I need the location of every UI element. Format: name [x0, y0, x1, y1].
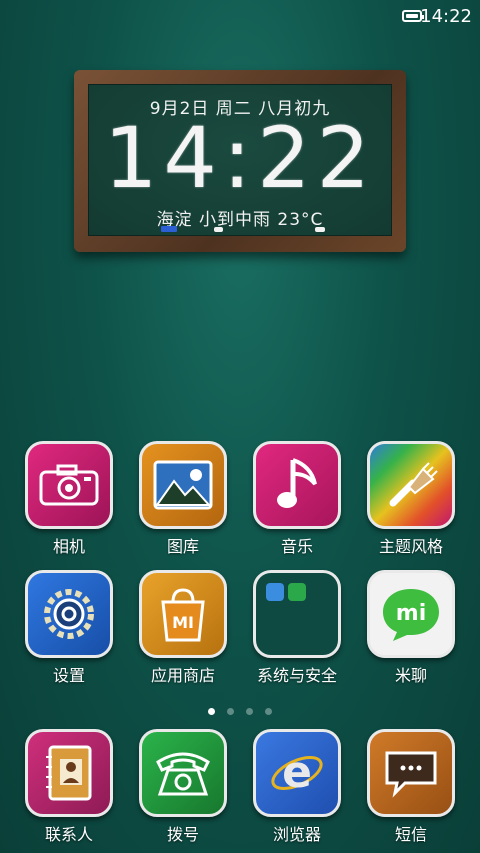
app-mi-chat[interactable]: mi 米聊: [354, 570, 468, 686]
mi-chat-icon: mi: [367, 570, 455, 658]
cloud-icon: [266, 583, 284, 601]
app-messages[interactable]: 短信: [354, 729, 468, 845]
folder-icon: [253, 570, 341, 658]
page-dot[interactable]: [265, 708, 272, 715]
svg-text:e: e: [282, 747, 312, 798]
app-label: 主题风格: [378, 537, 443, 556]
app-camera[interactable]: 相机: [12, 441, 126, 557]
app-label: 应用商店: [150, 666, 215, 685]
folder-system-security[interactable]: 系统与安全: [240, 570, 354, 686]
battery-full-icon: [402, 10, 424, 22]
app-label: 系统与安全: [256, 666, 337, 685]
chalk-decoration: [214, 227, 223, 232]
app-label: 浏览器: [272, 825, 321, 844]
app-themes[interactable]: 主题风格: [354, 441, 468, 557]
app-contacts[interactable]: 联系人: [12, 729, 126, 845]
app-store[interactable]: MI 应用商店: [126, 570, 240, 686]
clock-weather-widget[interactable]: 9月2日 周二 八月初九 14:22 海淀 小到中雨 23°C: [74, 70, 406, 252]
app-label: 设置: [52, 666, 85, 685]
chalk-decoration: [315, 227, 325, 232]
app-dialer[interactable]: 拨号: [126, 729, 240, 845]
message-bubble-icon: [367, 729, 455, 817]
app-label: 米聊: [394, 666, 427, 685]
page-indicator: [0, 700, 480, 719]
widget-weather: 海淀 小到中雨 23°C: [156, 210, 324, 230]
app-settings[interactable]: 设置: [12, 570, 126, 686]
app-label: 图库: [166, 537, 199, 556]
shield-icon: [288, 583, 306, 601]
picture-icon: [139, 441, 227, 529]
chalkboard: 9月2日 周二 八月初九 14:22 海淀 小到中雨 23°C: [88, 84, 392, 236]
app-label: 相机: [52, 537, 85, 556]
app-label: 短信: [394, 825, 427, 844]
app-gallery[interactable]: 图库: [126, 441, 240, 557]
page-dot[interactable]: [246, 708, 253, 715]
app-browser[interactable]: e 浏览器: [240, 729, 354, 845]
page-dot[interactable]: [227, 708, 234, 715]
gear-icon: [25, 570, 113, 658]
telephone-icon: [139, 729, 227, 817]
camera-icon: [25, 441, 113, 529]
app-label: 音乐: [280, 537, 313, 556]
svg-text:mi: mi: [396, 601, 426, 626]
app-label: 拨号: [166, 825, 199, 844]
browser-e-icon: e: [253, 729, 341, 817]
app-music[interactable]: 音乐: [240, 441, 354, 557]
contacts-book-icon: [25, 729, 113, 817]
shopping-bag-icon: MI: [139, 570, 227, 658]
widget-time: 14:22: [103, 109, 377, 207]
page-dot-active[interactable]: [208, 708, 215, 715]
status-bar: 14:22: [0, 0, 480, 34]
music-note-icon: [253, 441, 341, 529]
app-label: 联系人: [44, 825, 93, 844]
status-time: 14:22: [420, 6, 472, 27]
eraser-decoration: [161, 226, 177, 232]
paint-brush-icon: [367, 441, 455, 529]
svg-text:MI: MI: [172, 613, 194, 632]
